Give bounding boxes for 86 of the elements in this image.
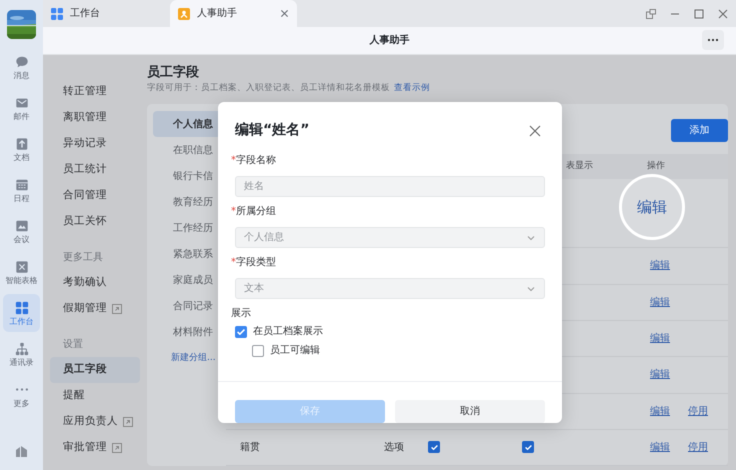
field-label: 所属分组 (236, 204, 276, 218)
checkbox[interactable] (235, 326, 247, 338)
maximize-icon[interactable] (694, 8, 704, 18)
more-icon (707, 38, 719, 42)
field-label: 字段名称 (236, 154, 276, 168)
close-icon[interactable] (280, 9, 289, 18)
check-icon (430, 444, 438, 450)
required-mark: * (231, 154, 236, 168)
group-tab[interactable]: 在职信息 (153, 137, 226, 164)
check-icon (237, 328, 245, 334)
column-header: 操作 (647, 160, 665, 174)
edit-link[interactable]: 编辑 (650, 440, 670, 455)
group-tab[interactable]: 家庭成员 (153, 267, 226, 294)
nav-item[interactable]: 文档 (3, 130, 40, 168)
nav-item[interactable]: 智能表格 (3, 253, 40, 291)
nav-item[interactable]: 更多 (3, 376, 40, 414)
calendar-icon (14, 178, 28, 192)
mail-icon (14, 96, 28, 110)
check-icon (524, 444, 532, 450)
disable-link[interactable]: 停用 (688, 440, 708, 455)
apps-icon (51, 8, 63, 20)
menu-item[interactable]: 员工字段 (50, 357, 140, 383)
checkbox[interactable] (522, 441, 534, 454)
menu-item[interactable]: 提醒 (50, 383, 140, 409)
group-tab[interactable]: 教育经历 (153, 189, 226, 216)
disable-link[interactable]: 停用 (688, 404, 708, 419)
section-label: 展示 (231, 306, 251, 320)
org-chart-icon (14, 342, 28, 356)
person-icon (178, 8, 190, 20)
example-link[interactable]: 查看示例 (394, 82, 430, 93)
more-button[interactable] (702, 30, 724, 50)
chat-icon (14, 54, 28, 68)
header-title: 人事助手 (370, 34, 410, 48)
edit-link[interactable]: 编辑 (619, 174, 685, 240)
page-description: 字段可用于：员工档案、入职登记表、员工详情和花名册模板 (147, 82, 390, 93)
section-heading: 设置 (62, 338, 84, 352)
cancel-button[interactable]: 取消 (395, 400, 545, 423)
edit-link[interactable]: 编辑 (650, 331, 670, 346)
page-title: 员工字段 (147, 65, 200, 81)
group-tab[interactable]: 材料附件 (153, 319, 226, 346)
add-button[interactable]: 添加 (671, 119, 728, 142)
required-mark: * (231, 204, 236, 218)
menu-item[interactable]: 考勤确认 (50, 270, 140, 296)
menu-item[interactable]: 审批管理 (50, 435, 140, 461)
group-tab[interactable]: 工作经历 (153, 215, 226, 242)
more-icon (16, 388, 28, 390)
required-mark: * (231, 256, 236, 270)
field-label: 字段类型 (236, 256, 276, 270)
nav-item[interactable]: 会议 (3, 212, 40, 250)
menu-item[interactable]: 员工关怀 (50, 209, 140, 235)
checkbox-label: 在员工档案展示 (253, 324, 323, 339)
dialog-title: 编辑“姓名” (235, 121, 310, 140)
window-tab[interactable]: 工作台 (43, 0, 170, 27)
table-cell-text: 籍贯 (240, 440, 260, 455)
table-cell-text: 选项 (384, 440, 404, 455)
nav-item[interactable]: 工作台 (3, 294, 40, 332)
menu-item[interactable]: 合同管理 (50, 183, 140, 209)
group-tab[interactable]: 银行卡信 (153, 163, 226, 190)
document-icon (14, 136, 28, 150)
section-heading: 更多工具 (62, 250, 104, 264)
edit-link[interactable]: 编辑 (650, 294, 670, 310)
close-button[interactable] (529, 124, 541, 136)
edit-link[interactable]: 编辑 (650, 258, 670, 274)
menu-item[interactable]: 异动记录 (50, 131, 140, 157)
building-icon[interactable] (15, 445, 28, 458)
group-tab[interactable]: 紧急联系 (153, 241, 226, 268)
nav-item[interactable]: 日程 (3, 171, 40, 209)
window-tab[interactable]: 人事助手 (170, 0, 297, 27)
edit-link[interactable]: 编辑 (650, 367, 670, 382)
menu-item[interactable]: 假期管理 (50, 296, 140, 322)
apps-icon (14, 300, 28, 314)
nav-item[interactable]: 通讯录 (3, 335, 40, 373)
menu-item[interactable]: 转正管理 (50, 79, 140, 105)
nav-item[interactable]: 邮件 (3, 89, 40, 127)
checkbox[interactable] (252, 344, 264, 356)
menu-item[interactable]: 应用负责人 (50, 409, 140, 435)
group-tab[interactable]: 合同记录 (153, 293, 226, 320)
edit-link[interactable]: 编辑 (650, 404, 670, 419)
menu-item[interactable]: 离职管理 (50, 105, 140, 131)
new-group-link[interactable]: 新建分组... (153, 345, 216, 372)
menu-item[interactable]: 员工统计 (50, 157, 140, 183)
nav-item[interactable]: 消息 (3, 48, 40, 86)
column-header: 表显示 (566, 160, 593, 174)
close-icon[interactable] (718, 8, 728, 18)
checkbox[interactable] (428, 441, 440, 454)
checkbox-label: 员工可编辑 (270, 344, 320, 358)
